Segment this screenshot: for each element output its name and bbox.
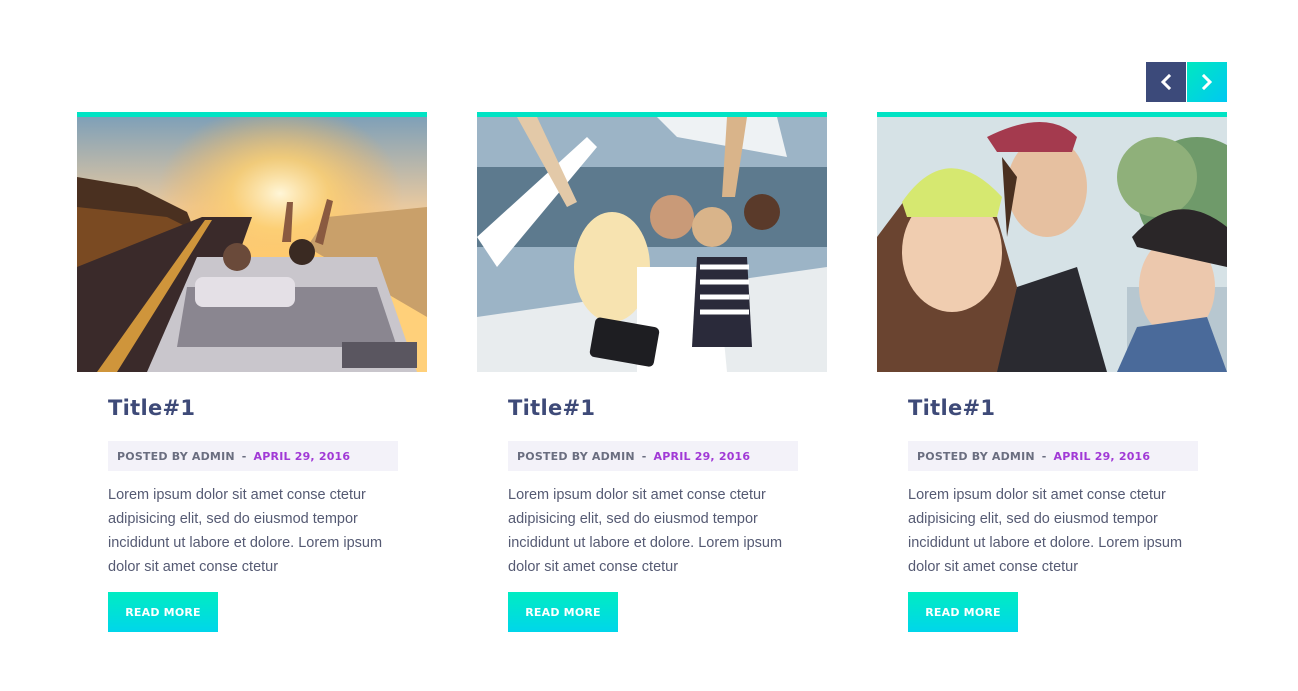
- meta-separator: -: [1041, 449, 1047, 463]
- blog-post-card: Title#1 POSTED BY ADMIN - APRIL 29, 2016…: [477, 112, 827, 632]
- convertible-sunset-photo: [77, 117, 427, 372]
- read-more-button[interactable]: READ MORE: [508, 592, 618, 632]
- post-excerpt: Lorem ipsum dolor sit amet conse ctetur …: [108, 487, 383, 575]
- boat-selfie-photo: [477, 117, 827, 372]
- post-author[interactable]: POSTED BY ADMIN: [117, 450, 235, 463]
- post-meta: POSTED BY ADMIN - APRIL 29, 2016: [908, 441, 1198, 471]
- read-more-button[interactable]: READ MORE: [908, 592, 1018, 632]
- post-meta: POSTED BY ADMIN - APRIL 29, 2016: [108, 441, 398, 471]
- blog-post-card: Title#1 POSTED BY ADMIN - APRIL 29, 2016…: [77, 112, 427, 632]
- chevron-left-icon: [1160, 74, 1172, 90]
- post-meta: POSTED BY ADMIN - APRIL 29, 2016: [508, 441, 798, 471]
- chevron-right-icon: [1201, 74, 1213, 90]
- meta-separator: -: [241, 449, 247, 463]
- post-title[interactable]: Title#1: [508, 396, 797, 424]
- post-excerpt: Lorem ipsum dolor sit amet conse ctetur …: [508, 487, 783, 575]
- post-author[interactable]: POSTED BY ADMIN: [917, 450, 1035, 463]
- post-image[interactable]: [77, 117, 427, 372]
- post-date[interactable]: APRIL 29, 2016: [654, 450, 751, 463]
- carousel-prev-button[interactable]: [1146, 62, 1186, 102]
- post-date[interactable]: APRIL 29, 2016: [254, 450, 351, 463]
- read-more-button[interactable]: READ MORE: [108, 592, 218, 632]
- friends-smiling-photo: [877, 117, 1227, 372]
- post-title[interactable]: Title#1: [108, 396, 397, 424]
- post-image[interactable]: [877, 117, 1227, 372]
- post-date[interactable]: APRIL 29, 2016: [1054, 450, 1151, 463]
- post-author[interactable]: POSTED BY ADMIN: [517, 450, 635, 463]
- blog-post-card: Title#1 POSTED BY ADMIN - APRIL 29, 2016…: [877, 112, 1227, 632]
- post-excerpt: Lorem ipsum dolor sit amet conse ctetur …: [908, 487, 1183, 575]
- carousel-next-button[interactable]: [1187, 62, 1227, 102]
- post-image[interactable]: [477, 117, 827, 372]
- meta-separator: -: [641, 449, 647, 463]
- post-title[interactable]: Title#1: [908, 396, 1197, 424]
